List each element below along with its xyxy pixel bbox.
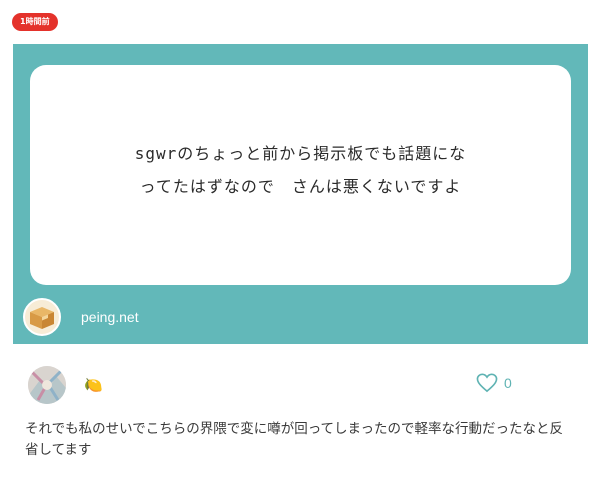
lemon-icon: 🍋 [84, 376, 103, 394]
avatar[interactable] [28, 366, 66, 404]
like-count: 0 [504, 375, 512, 391]
question-card-body: sgwrのちょっと前から掲示板でも話題にな ってたはずなので さんは悪くないです… [30, 65, 571, 285]
like-button[interactable]: 0 [476, 373, 512, 393]
heart-outline-icon [476, 373, 498, 393]
question-line-1: sgwrのちょっと前から掲示板でも話題にな [134, 144, 467, 163]
site-label[interactable]: peing.net [81, 309, 139, 325]
answer-text: それでも私のせいでこちらの界隈で変に噂が回ってしまったので軽率な行動だったなと反… [25, 421, 563, 458]
question-text: sgwrのちょっと前から掲示板でも話題にな ってたはずなので さんは悪くないです… [66, 137, 536, 203]
time-badge: 1時間前 [12, 13, 58, 31]
cardboard-box-icon [23, 298, 61, 336]
answer-header: 🍋 [28, 365, 528, 405]
question-line-2: ってたはずなので さんは悪くないですよ [139, 177, 462, 196]
card-footer: peing.net [23, 297, 139, 337]
question-card[interactable]: sgwrのちょっと前から掲示板でも話題にな ってたはずなので さんは悪くないです… [13, 44, 588, 344]
